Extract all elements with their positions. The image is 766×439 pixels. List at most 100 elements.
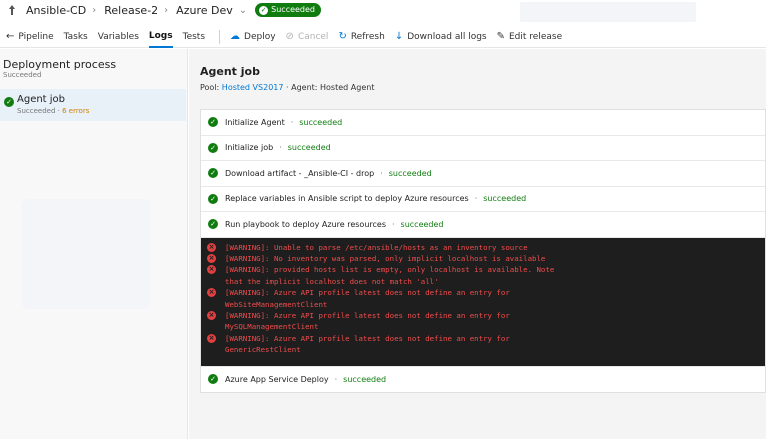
- console-text: [WARNING]: provided hosts list is empty,…: [225, 265, 555, 275]
- pool-link[interactable]: Hosted VS2017: [222, 83, 284, 92]
- back-to-pipeline[interactable]: ← Pipeline: [6, 26, 54, 48]
- step-status: succeeded: [388, 168, 432, 178]
- error-icon: ×: [207, 265, 216, 275]
- step-row[interactable]: ✓ Download artifact - _Ansible-CI - drop…: [201, 161, 765, 187]
- success-check-icon: ✓: [4, 97, 14, 107]
- console-text: WebSiteManagementClient: [225, 299, 328, 309]
- step-row[interactable]: ✓ Initialize Agent · succeeded: [201, 110, 765, 136]
- status-badge: ✓ Succeeded: [255, 3, 322, 17]
- error-icon: ×: [207, 288, 216, 298]
- chevron-right-icon: ›: [92, 4, 97, 16]
- step-row[interactable]: ✓ Azure App Service Deploy · succeeded: [201, 367, 765, 393]
- console-line: × [WARNING]: provided hosts list is empty…: [207, 264, 759, 275]
- separator-dot: ·: [392, 219, 395, 229]
- console-text: MySQLManagementClient: [225, 322, 319, 332]
- agent-job-item[interactable]: ✓ Agent job Succeeded · 6 errors: [0, 89, 186, 121]
- console-text: [WARNING]: Azure API profile latest does…: [225, 288, 510, 298]
- deploy-label: Deploy: [244, 31, 276, 42]
- chevron-right-icon: ›: [164, 4, 169, 16]
- step-name: Azure App Service Deploy: [225, 374, 329, 384]
- breadcrumb-environment[interactable]: Azure Dev: [176, 4, 233, 17]
- console-line: × [WARNING]: Azure API profile latest doe…: [207, 333, 759, 344]
- edit-release-button[interactable]: ✎ Edit release: [497, 26, 563, 48]
- chevron-down-icon[interactable]: ⌄: [239, 5, 247, 16]
- console-line: that the implicit localhost does not mat…: [207, 276, 759, 287]
- step-list: ✓ Initialize Agent · succeeded ✓ Initial…: [200, 109, 766, 393]
- console-line: × [WARNING]: Azure API profile latest doe…: [207, 310, 759, 321]
- console-text: [WARNING]: Azure API profile latest does…: [225, 310, 510, 320]
- left-panel: Deployment process Succeeded ✓ Agent job…: [0, 49, 188, 439]
- agent-job-status-text: Succeeded: [17, 107, 56, 115]
- page-title: Agent job: [200, 65, 260, 78]
- console-line: × [WARNING]: Azure API profile latest doe…: [207, 287, 759, 298]
- check-icon: ✓: [259, 5, 269, 15]
- log-panel: Agent job Pool: Hosted VS2017 · Agent: H…: [189, 49, 766, 439]
- blurred-overlay-card: [22, 199, 150, 309]
- tab-logs[interactable]: Logs: [148, 26, 173, 48]
- console-text: [WARNING]: No inventory was parsed, only…: [225, 253, 546, 263]
- success-check-icon: ✓: [208, 193, 218, 204]
- breadcrumb-project[interactable]: Ansible-CD: [26, 4, 86, 17]
- success-check-icon: ✓: [208, 168, 218, 179]
- header-overlay: [520, 2, 696, 22]
- step-status: succeeded: [483, 194, 527, 204]
- console-text: [WARNING]: Azure API profile latest does…: [225, 333, 510, 343]
- console-text: [WARNING]: Unable to parse /etc/ansible/…: [225, 242, 528, 252]
- error-icon: ×: [207, 242, 216, 252]
- download-logs-button[interactable]: ↓ Download all logs: [395, 26, 487, 48]
- step-name: Replace variables in Ansible script to d…: [225, 194, 469, 204]
- separator-dot: ·: [334, 374, 338, 384]
- agent-info: · Agent: Hosted Agent: [286, 83, 375, 92]
- step-name: Initialize Agent: [225, 117, 285, 127]
- success-check-icon: ✓: [208, 374, 218, 385]
- separator-dot: ·: [57, 107, 60, 115]
- cloud-icon: ☁: [230, 31, 241, 42]
- success-check-icon: ✓: [208, 142, 218, 153]
- deploy-button[interactable]: ☁ Deploy: [230, 26, 276, 48]
- step-status: succeeded: [287, 143, 331, 153]
- cancel-icon: ⊘: [285, 31, 294, 42]
- console-line: GenericRestClient: [207, 344, 759, 355]
- console-text: GenericRestClient: [225, 345, 301, 355]
- separator-dot: ·: [474, 194, 478, 204]
- pool-label: Pool:: [200, 83, 220, 92]
- edit-label: Edit release: [509, 31, 563, 42]
- log-console[interactable]: × [WARNING]: Unable to parse /etc/ansible…: [201, 237, 765, 367]
- console-line: WebSiteManagementClient: [207, 299, 759, 310]
- error-icon: ×: [207, 253, 216, 263]
- console-text: that the implicit localhost does not mat…: [225, 276, 439, 286]
- pool-info: Pool: Hosted VS2017 · Agent: Hosted Agen…: [200, 83, 374, 92]
- breadcrumb-release[interactable]: Release-2: [104, 4, 158, 17]
- cancel-button[interactable]: ⊘ Cancel: [286, 26, 329, 48]
- agent-job-name: Agent job: [17, 94, 66, 105]
- tab-tests[interactable]: Tests: [183, 26, 205, 48]
- release-icon: [9, 5, 15, 15]
- step-name: Run playbook to deploy Azure resources: [225, 219, 386, 229]
- success-check-icon: ✓: [208, 219, 218, 230]
- step-row[interactable]: ✓ Run playbook to deploy Azure resources…: [201, 212, 765, 238]
- refresh-label: Refresh: [350, 31, 385, 42]
- error-icon: ×: [207, 310, 216, 320]
- status-badge-label: Succeeded: [271, 5, 316, 14]
- agent-job-errors: 6 errors: [62, 107, 90, 115]
- step-status: succeeded: [343, 374, 387, 384]
- separator-dot: ·: [380, 168, 383, 178]
- console-line: × [WARNING]: No inventory was parsed, onl…: [207, 253, 759, 264]
- separator-dot: ·: [290, 117, 294, 127]
- cancel-label: Cancel: [297, 31, 329, 42]
- arrow-left-icon: ←: [6, 31, 15, 42]
- download-icon: ↓: [394, 31, 404, 42]
- step-name: Initialize job: [225, 143, 274, 153]
- tab-variables[interactable]: Variables: [98, 26, 139, 48]
- step-row[interactable]: ✓ Initialize job · succeeded: [201, 136, 765, 161]
- console-line: × [WARNING]: Unable to parse /etc/ansible…: [207, 242, 759, 253]
- agent-job-status: Succeeded · 6 errors: [17, 107, 89, 115]
- step-row[interactable]: ✓ Replace variables in Ansible script to…: [201, 187, 765, 212]
- tab-pipeline[interactable]: Pipeline: [18, 32, 53, 42]
- pencil-icon: ✎: [496, 31, 505, 42]
- tab-tasks[interactable]: Tasks: [64, 26, 88, 48]
- error-icon: ×: [207, 333, 216, 343]
- step-status: succeeded: [400, 219, 444, 229]
- refresh-button[interactable]: ↻ Refresh: [338, 26, 384, 48]
- download-label: Download all logs: [407, 31, 487, 42]
